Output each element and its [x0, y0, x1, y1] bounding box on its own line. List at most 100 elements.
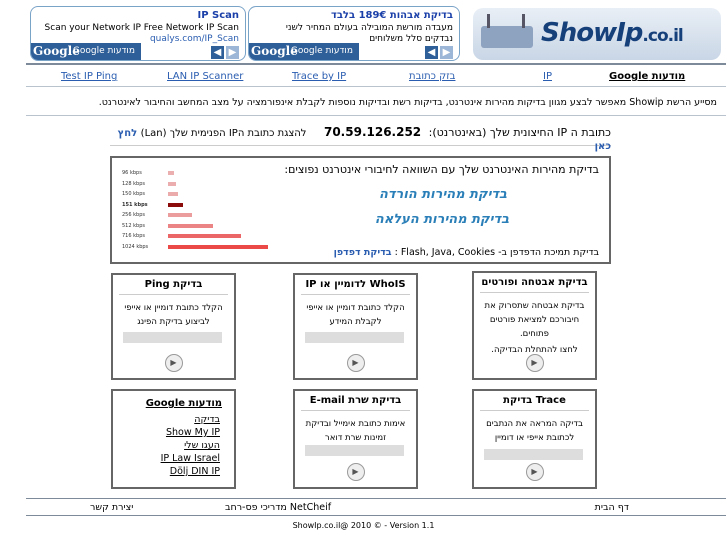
speed-test-box: בדיקת מהירות האינטרנט שלך עם השוואה לחיב… — [110, 156, 611, 264]
section-divider — [26, 115, 726, 116]
card-ping: בדיקת Ping הקלד כתובת דומיין או אייפי לב… — [111, 273, 236, 380]
ad-arrows: ◀ ▶ — [209, 46, 239, 59]
speed-bar-row: 96 kbps — [122, 170, 174, 177]
footer-guides-link[interactable]: NetCheif מדריכי פס-רחב — [225, 502, 331, 513]
ad-link[interactable]: IP Law Israel — [113, 452, 220, 465]
google-ads-bar: Google מודעות Google — [249, 43, 359, 60]
nav-google-ads[interactable]: מודעות Google — [609, 71, 685, 82]
ad-link[interactable]: Dölj DIN IP — [113, 465, 220, 478]
speed-bar-row: 128 kbps — [122, 180, 176, 188]
card-title: בדיקת אבטחה ופורטים — [480, 277, 589, 293]
play-icon[interactable]: ▶ — [164, 354, 183, 372]
speed-bar-label: 512 kbps — [122, 222, 145, 229]
internal-ip-label: להצגת כתובת הIP הפנימית שלך (Lan) — [140, 128, 307, 139]
ad-link[interactable]: Show My IP — [113, 426, 220, 439]
speed-bar — [168, 213, 192, 217]
external-ip-value: 70.59.126.252 — [323, 125, 422, 139]
card-text: אימות כתובת אימייל ובדיקת זמינות שרת דוא… — [305, 419, 406, 443]
play-icon[interactable]: ▶ — [525, 354, 544, 372]
google-ads-label: מודעות Google — [72, 46, 135, 56]
header-divider — [26, 63, 726, 65]
browser-support: בדיקת תמיכת הדפדפן ב- Flash, Java, Cooki… — [334, 247, 599, 258]
play-icon[interactable]: ▶ — [346, 354, 365, 372]
speed-bar-row: 512 kbps — [122, 222, 213, 230]
card-email: בדיקת שרת E-mail אימות כתובת אימייל ובדי… — [293, 389, 418, 489]
card-trace: Trace בדיקת בדיקה המראה את הנתבים לכתובת… — [472, 389, 597, 489]
speed-bar-label: 716 kbps — [122, 233, 145, 239]
card-text: בדיקה המראה את הנתבים לכתובת אייפי או דו… — [486, 419, 583, 443]
play-icon[interactable]: ▶ — [346, 463, 365, 481]
nav-ip[interactable]: IP — [543, 71, 552, 82]
speed-bar-row: 256 kbps — [122, 212, 192, 219]
ip-info: כתובת ה IP החיצונית שלך (באינטרנט): 70.5… — [110, 125, 611, 152]
ad-title[interactable]: בדיקת אבהות 189€ בלבד — [331, 10, 453, 21]
external-ip-label: כתובת ה IP החיצונית שלך (באינטרנט): — [428, 126, 611, 139]
ad-link[interactable]: בדיקה — [113, 413, 220, 426]
google-ads-links: בדיקה Show My IP העגו שלי IP Law Israel … — [113, 413, 234, 478]
speed-bar — [168, 234, 241, 238]
speed-bar-label: 256 kbps — [122, 212, 145, 218]
card-title: בדיקת Ping — [119, 279, 228, 295]
site-logo[interactable]: ShowIp.co.il — [473, 8, 721, 60]
nav-lan-ip-scanner[interactable]: LAN IP Scanner — [167, 71, 243, 82]
play-icon[interactable]: ▶ — [525, 463, 544, 481]
logo-text: ShowIp.co.il — [541, 18, 684, 48]
router-icon — [481, 14, 533, 48]
card-text: הקלד כתובת דומיין או אייפי לביצוע בדיקת … — [124, 303, 223, 327]
download-test-link[interactable]: בדיקת מהירות הורדה — [379, 187, 507, 202]
ad-ip-scan[interactable]: IP Scan Scan your Network IP Free Networ… — [30, 6, 246, 61]
speed-bar-row: 716 kbps — [122, 233, 241, 240]
speed-bar — [168, 192, 178, 196]
ad-title[interactable]: IP Scan — [197, 10, 239, 21]
speed-bar-row: 150 kbps — [122, 191, 178, 198]
upload-test-link[interactable]: בדיקת מהירות העלאה — [375, 212, 509, 227]
speed-bar-row: 151 kbps — [122, 201, 183, 209]
ad-paternity[interactable]: בדיקת אבהות 189€ בלבד מעבדה מורשת המוביל… — [248, 6, 460, 61]
ad-link[interactable]: העגו שלי — [113, 439, 220, 452]
footer-divider-bottom — [26, 515, 726, 516]
speed-bar-label: 128 kbps — [122, 180, 145, 187]
browser-test-link[interactable]: בדיקת דפדפן — [334, 247, 392, 258]
speed-bar-label: 1024 kbps — [122, 243, 149, 250]
nav-trace-by-ip[interactable]: Trace by IP — [292, 71, 346, 82]
nav-bezeq-address[interactable]: בזק כתובת — [409, 71, 455, 82]
ping-input[interactable] — [123, 332, 222, 343]
speed-bar-label: 150 kbps — [122, 191, 145, 197]
card-text: הקלד כתובת דומיין או אייפי לקבלת המידע — [306, 303, 405, 327]
prev-arrow-icon[interactable]: ◀ — [211, 46, 224, 59]
google-ads-label: מודעות Google — [290, 46, 353, 56]
email-input[interactable] — [305, 445, 404, 456]
footer-home-link[interactable]: דף הבית — [595, 502, 629, 513]
google-ads-bar: Google מודעות Google — [31, 43, 141, 60]
ad-text: Scan your Network IP Free Network IP Sca… — [44, 23, 239, 33]
ad-description: Scan your Network IP Free Network IP Sca… — [45, 23, 239, 45]
card-google-ads: מודעות Google בדיקה Show My IP העגו שלי … — [111, 389, 236, 489]
site-description: מסייע הרשת Showip מאפשר לבצע מגוון בדיקו… — [98, 97, 717, 108]
footer-divider-top — [26, 498, 726, 499]
copyright: ShowIp.co.il@ 2010 © - Version 1.1 — [292, 521, 435, 530]
speed-bar-label: 151 kbps — [122, 201, 148, 208]
speed-bar — [168, 223, 213, 228]
card-security-ports: בדיקת אבטחה ופורטים בדיקת אבטחה שתסרוק א… — [472, 271, 597, 380]
next-arrow-icon[interactable]: ▶ — [226, 46, 239, 59]
speed-bar — [168, 181, 176, 186]
card-title: Trace בדיקת — [480, 395, 589, 411]
footer-contact-link[interactable]: יצירת קשר — [90, 502, 133, 513]
prev-arrow-icon[interactable]: ◀ — [425, 46, 438, 59]
speed-bar-label: 96 kbps — [122, 170, 142, 176]
trace-input[interactable] — [484, 449, 583, 460]
nav-divider — [26, 86, 726, 87]
nav-test-ip-ping[interactable]: Test IP Ping — [61, 71, 117, 82]
card-whois: WhoIS לדומיין או IP הקלד כתובת דומיין או… — [293, 273, 418, 380]
speed-bar — [168, 244, 268, 249]
ad-arrows: ◀ ▶ — [423, 46, 453, 59]
card-text: בדיקת אבטחה שתסרוק את חיבורכם למציאת פור… — [484, 301, 585, 339]
card-title: WhoIS לדומיין או IP — [301, 279, 410, 295]
whois-input[interactable] — [305, 332, 404, 343]
google-ads-title[interactable]: מודעות Google — [113, 398, 222, 409]
speed-title: בדיקת מהירות האינטרנט שלך עם השוואה לחיב… — [284, 163, 599, 176]
card-title: בדיקת שרת E-mail — [301, 395, 410, 411]
speed-bar — [168, 171, 174, 175]
next-arrow-icon[interactable]: ▶ — [440, 46, 453, 59]
browser-support-label: בדיקת תמיכת הדפדפן ב- Flash, Java, Cooki… — [394, 247, 599, 258]
